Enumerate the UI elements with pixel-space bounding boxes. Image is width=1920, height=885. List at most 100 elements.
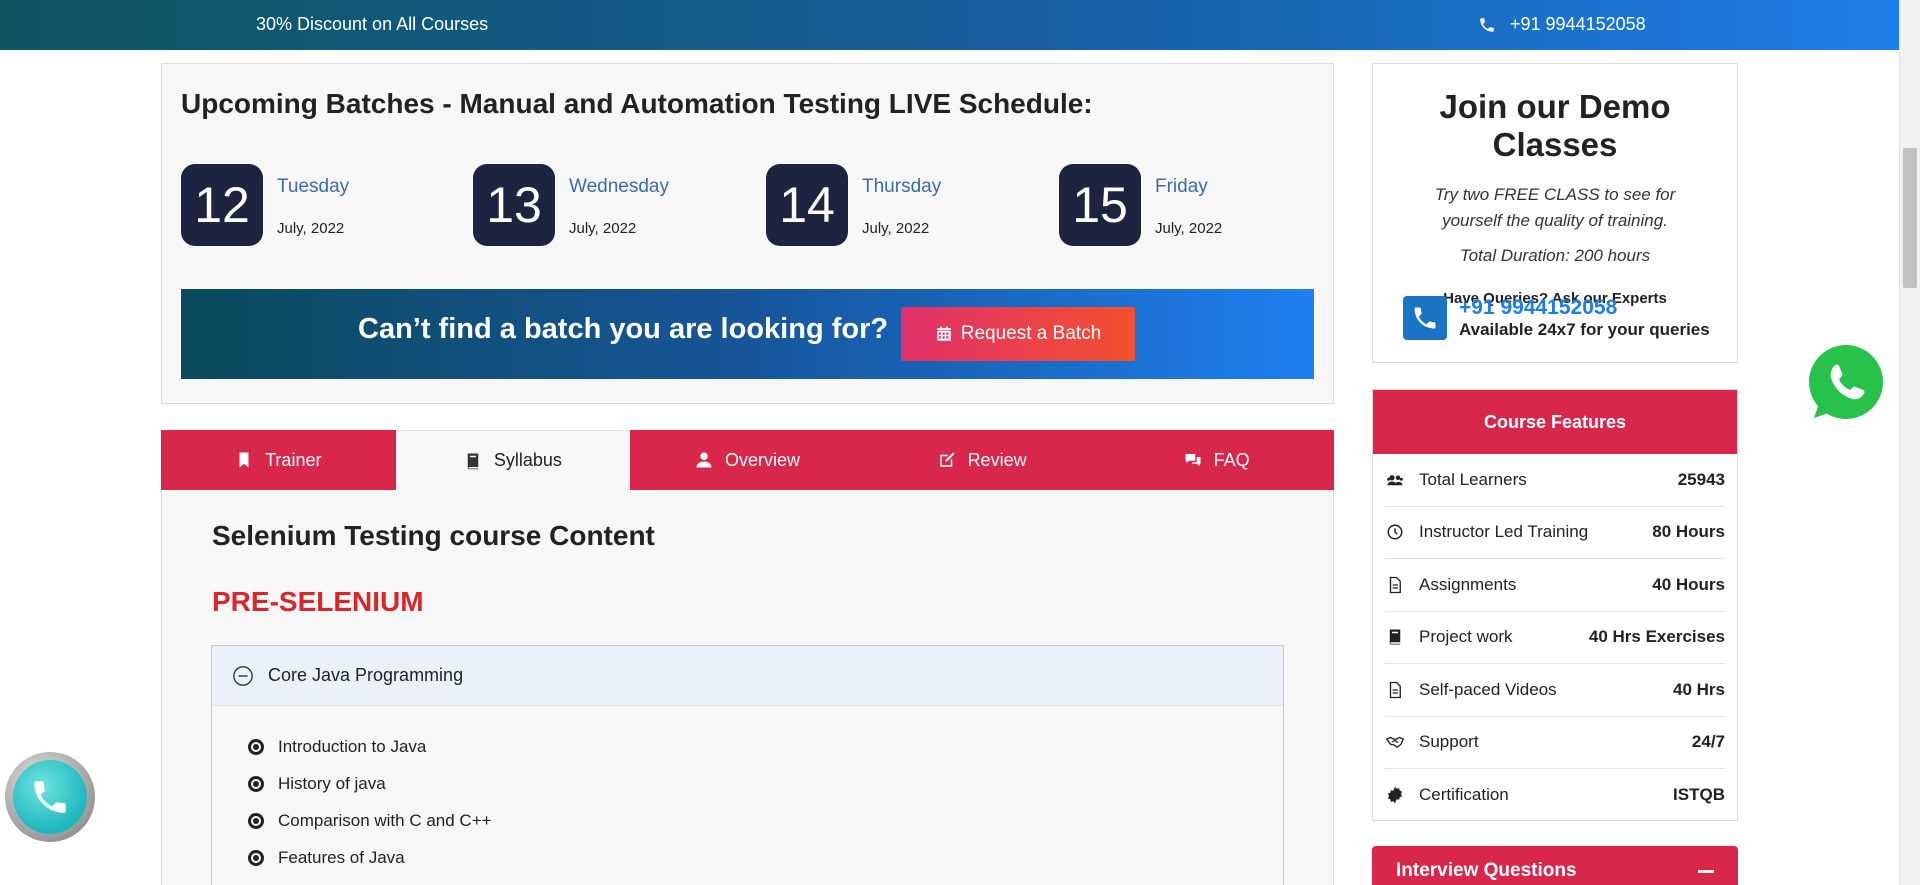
bullet-icon — [248, 775, 264, 792]
demo-availability: Available 24x7 for your queries — [1459, 320, 1710, 339]
tab-label: FAQ — [1213, 449, 1250, 470]
collapse-minus-icon[interactable] — [1698, 869, 1714, 873]
interview-questions-title: Interview Questions — [1396, 860, 1577, 881]
list-item: Introduction to Java — [248, 728, 1283, 765]
batch-month: July, 2022 — [277, 220, 345, 237]
handshake-icon — [1385, 732, 1405, 752]
list-item: Features of Java — [248, 839, 1283, 876]
features-title: Course Features — [1373, 390, 1737, 454]
tab-label: Syllabus — [493, 450, 562, 470]
batch-weekday[interactable]: Friday — [1155, 176, 1208, 198]
certificate-icon — [1385, 785, 1405, 805]
feature-value: ISTQB — [1673, 785, 1725, 805]
top-phone-number: +91 9944152058 — [1510, 14, 1646, 34]
upcoming-batches-panel: Upcoming Batches - Manual and Automation… — [161, 63, 1334, 404]
feature-row: Certification ISTQB — [1385, 769, 1725, 822]
feature-value: 25943 — [1677, 469, 1725, 489]
file-icon — [1385, 575, 1405, 595]
course-content-title: Selenium Testing course Content — [212, 520, 655, 551]
top-bar: 30% Discount on All Courses +91 99441520… — [0, 0, 1899, 50]
tab-trainer[interactable]: Trainer — [161, 430, 396, 490]
feature-row: Support 24/7 — [1385, 717, 1725, 769]
tab-faq[interactable]: FAQ — [1099, 430, 1334, 490]
topic-text: History of java — [278, 773, 386, 793]
comments-icon — [1185, 454, 1201, 466]
users-icon — [1385, 470, 1405, 490]
feature-value: 40 Hours — [1652, 574, 1725, 594]
request-batch-label: Request a Batch — [960, 323, 1102, 344]
top-phone-link[interactable]: +91 9944152058 — [1478, 14, 1646, 35]
feature-row: Self-paced Videos 40 Hrs — [1385, 664, 1725, 717]
batch-day-number: 13 — [473, 164, 555, 246]
feature-row: Instructor Led Training 80 Hours — [1385, 507, 1725, 559]
feature-label: Total Learners — [1419, 469, 1527, 489]
book-icon — [467, 453, 479, 469]
course-tabs: Trainer Syllabus Overview Review FAQ — [161, 430, 1334, 490]
batch-month: July, 2022 — [862, 220, 930, 237]
batch-day-number: 14 — [766, 164, 848, 246]
tab-label: Overview — [724, 449, 800, 470]
tab-label: Review — [967, 449, 1027, 470]
bullet-icon — [248, 812, 264, 829]
batch-day-number: 15 — [1059, 164, 1141, 246]
promo-text[interactable]: 30% Discount on All Courses — [256, 14, 488, 35]
edit-icon — [939, 452, 955, 467]
call-float-button[interactable] — [5, 752, 95, 842]
topic-list: Introduction to Java History of java Com… — [212, 706, 1283, 876]
scrollbar-thumb[interactable] — [1903, 148, 1917, 288]
accordion-title: Core Java Programming — [268, 665, 464, 685]
collapse-circle-icon — [233, 665, 253, 686]
batch-day-number: 12 — [181, 164, 263, 246]
bullet-icon — [248, 849, 264, 866]
topic-text: Features of Java — [278, 847, 405, 867]
bookmark-icon — [239, 452, 249, 468]
list-item: History of java — [248, 765, 1283, 802]
feature-value: 80 Hours — [1652, 522, 1725, 542]
batch-weekday[interactable]: Wednesday — [569, 176, 669, 198]
batches-title: Upcoming Batches - Manual and Automation… — [181, 88, 1093, 119]
find-batch-text: Can’t find a batch you are looking for? — [358, 313, 889, 345]
feature-value: 40 Hrs — [1673, 679, 1725, 699]
demo-contact[interactable]: +91 9944152058 Available 24x7 for your q… — [1403, 296, 1710, 340]
tab-syllabus[interactable]: Syllabus — [395, 430, 631, 490]
tab-review[interactable]: Review — [865, 430, 1100, 490]
interview-questions-header[interactable]: Interview Questions — [1372, 846, 1738, 885]
file-icon — [1385, 680, 1405, 700]
batch-weekday[interactable]: Thursday — [862, 176, 941, 198]
demo-duration: Total Duration: 200 hours — [1459, 246, 1651, 265]
call-float-inner — [13, 760, 87, 834]
list-item: Comparison with C and C++ — [248, 802, 1283, 839]
feature-label: Self-paced Videos — [1419, 679, 1557, 699]
feature-label: Project work — [1419, 627, 1513, 647]
topic-text: Introduction to Java — [278, 736, 427, 756]
phone-icon — [34, 781, 66, 813]
feature-value: 24/7 — [1691, 732, 1725, 752]
demo-title: Join our Demo Classes — [1439, 88, 1671, 163]
feature-label: Certification — [1419, 785, 1509, 805]
bullet-icon — [248, 738, 264, 755]
request-batch-button[interactable]: Request a Batch — [901, 307, 1135, 361]
batch-date: 12 Tuesday July, 2022 — [162, 164, 422, 248]
course-features-card: Course Features Total Learners 25943 Ins… — [1372, 389, 1738, 821]
batch-date: 14 Thursday July, 2022 — [747, 164, 1007, 248]
feature-label: Support — [1419, 732, 1479, 752]
accordion-header[interactable]: Core Java Programming — [212, 646, 1283, 706]
user-icon — [696, 452, 712, 468]
tab-label: Trainer — [265, 449, 322, 470]
tab-overview[interactable]: Overview — [630, 430, 865, 490]
feature-row: Assignments 40 Hours — [1385, 559, 1725, 612]
calendar-icon — [937, 326, 951, 341]
phone-icon — [1480, 17, 1494, 32]
feature-label: Assignments — [1419, 574, 1517, 594]
clock-icon — [1385, 522, 1405, 542]
page-scrollbar[interactable] — [1899, 0, 1920, 885]
feature-row: Total Learners 25943 — [1385, 454, 1725, 507]
find-batch-banner: Can’t find a batch you are looking for? … — [181, 289, 1314, 379]
batch-weekday[interactable]: Tuesday — [277, 176, 349, 198]
feature-label: Instructor Led Training — [1419, 522, 1589, 542]
batch-date: 13 Wednesday July, 2022 — [454, 164, 714, 248]
demo-phone-number[interactable]: +91 9944152058 — [1459, 296, 1710, 320]
topic-text: Comparison with C and C++ — [278, 810, 492, 830]
whatsapp-icon[interactable] — [1800, 338, 1890, 428]
demo-classes-card: Join our Demo Classes Try two FREE CLASS… — [1372, 63, 1738, 363]
